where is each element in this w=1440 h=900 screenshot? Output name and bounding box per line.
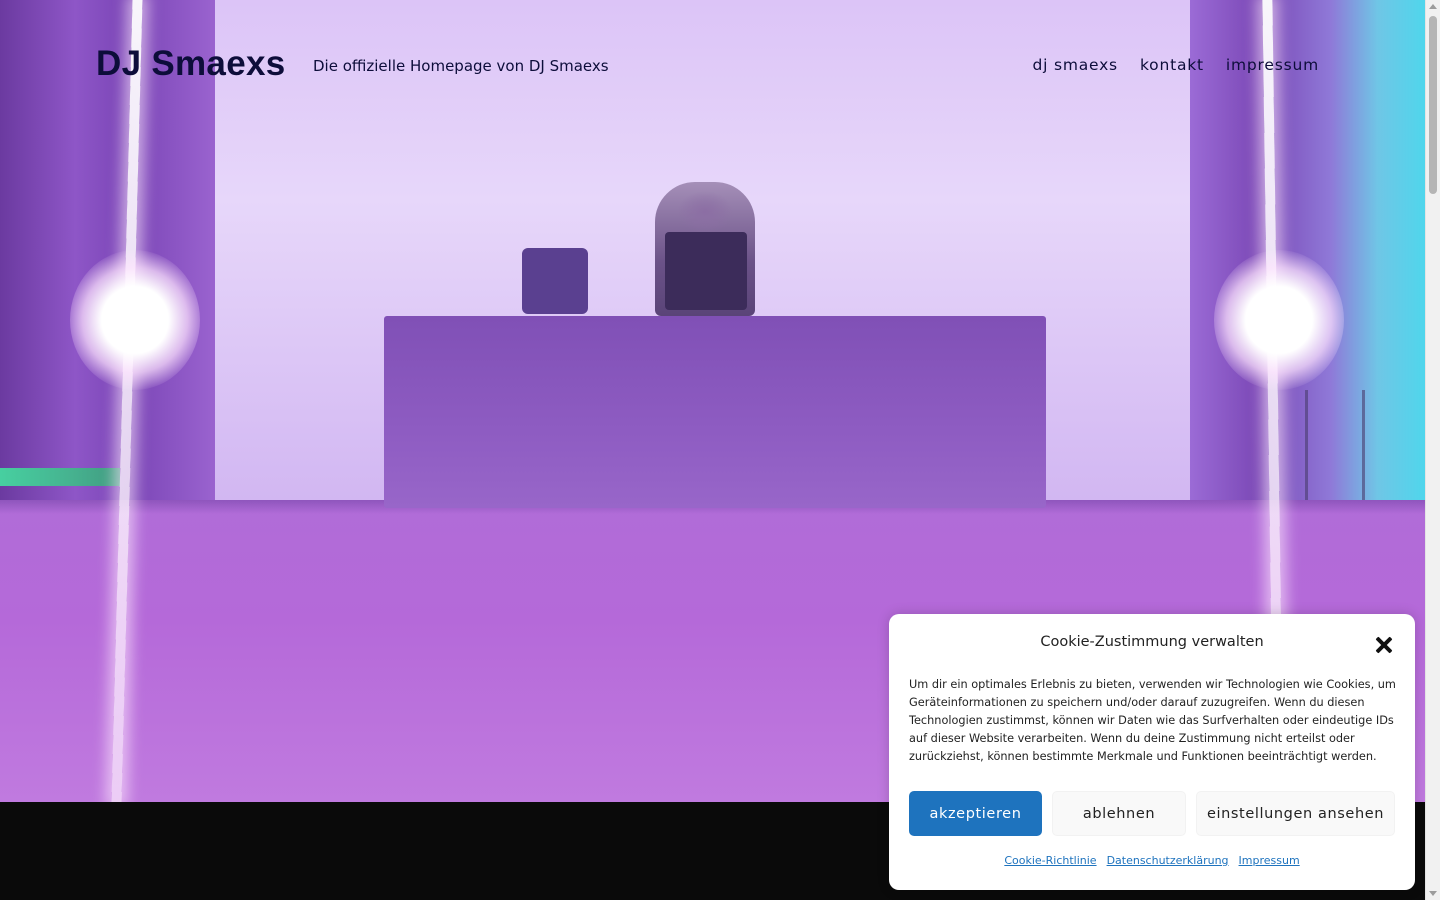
fog-machine bbox=[522, 248, 588, 314]
cookie-dialog-links: Cookie-Richtlinie Datenschutzerklärung I… bbox=[889, 854, 1415, 867]
deny-button[interactable]: ablehnen bbox=[1052, 791, 1186, 836]
main-nav: dj smaexs kontakt impressum bbox=[1032, 56, 1319, 74]
cookie-dialog-title: Cookie-Zustimmung verwalten bbox=[1040, 634, 1264, 650]
impressum-link[interactable]: Impressum bbox=[1239, 854, 1300, 867]
cookie-policy-link[interactable]: Cookie-Richtlinie bbox=[1004, 854, 1096, 867]
site-title[interactable]: DJ Smaexs bbox=[96, 44, 286, 84]
nav-item-dj-smaexs[interactable]: dj smaexs bbox=[1032, 56, 1117, 74]
site-tagline: Die offizielle Homepage von DJ Smaexs bbox=[313, 57, 609, 75]
light-flare-left bbox=[70, 250, 200, 390]
green-light-strip bbox=[0, 468, 120, 486]
page-scrollbar[interactable] bbox=[1425, 0, 1440, 900]
nav-item-impressum[interactable]: impressum bbox=[1226, 56, 1319, 74]
close-icon[interactable] bbox=[1373, 634, 1395, 656]
light-stand bbox=[1305, 390, 1365, 500]
privacy-policy-link[interactable]: Datenschutzerklärung bbox=[1107, 854, 1229, 867]
dj-laptop bbox=[665, 232, 747, 310]
page: DJ Smaexs Die offizielle Homepage von DJ… bbox=[0, 0, 1440, 900]
scroll-up-arrow-icon[interactable] bbox=[1429, 4, 1437, 9]
dj-table bbox=[384, 316, 1046, 508]
cookie-consent-dialog: Cookie-Zustimmung verwalten Um dir ein o… bbox=[889, 614, 1415, 890]
light-flare-right bbox=[1214, 250, 1344, 390]
scroll-thumb[interactable] bbox=[1429, 16, 1437, 194]
nav-item-kontakt[interactable]: kontakt bbox=[1140, 56, 1204, 74]
view-settings-button[interactable]: einstellungen ansehen bbox=[1196, 791, 1395, 836]
accept-button[interactable]: akzeptieren bbox=[909, 791, 1042, 836]
cookie-dialog-text: Um dir ein optimales Erlebnis zu bieten,… bbox=[909, 678, 1396, 763]
scroll-down-arrow-icon[interactable] bbox=[1429, 891, 1437, 896]
site-header: DJ Smaexs Die offizielle Homepage von DJ… bbox=[0, 0, 1425, 134]
